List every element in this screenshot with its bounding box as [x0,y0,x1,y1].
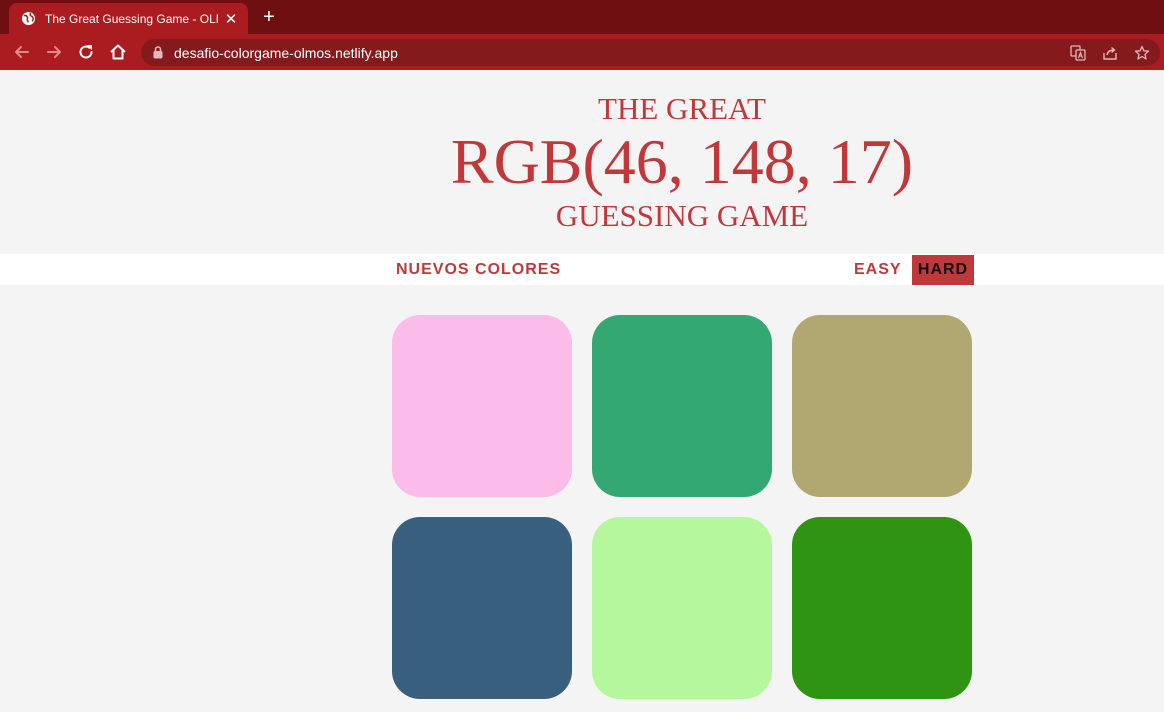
browser-toolbar: desafio-colorgame-olmos.netlify.app [0,34,1164,70]
lock-icon[interactable] [153,46,163,59]
target-rgb: RGB(46, 148, 17) [450,126,914,197]
page-content: THE GREAT RGB(46, 148, 17) GUESSING GAME… [0,70,1164,712]
forward-arrow-icon[interactable] [44,42,64,62]
address-bar[interactable]: desafio-colorgame-olmos.netlify.app [141,39,1160,66]
share-icon[interactable] [1102,45,1118,61]
close-icon[interactable]: ✕ [224,10,238,28]
easy-mode-button[interactable]: EASY [854,261,902,279]
color-square[interactable] [792,315,972,497]
hard-mode-button[interactable]: HARD [912,255,974,285]
control-bar: NUEVOS COLORES EASY HARD [0,254,1164,285]
tab-strip: The Great Guessing Game - OLMOS ✕ + [0,0,1164,34]
tab-title: The Great Guessing Game - OLMOS [45,11,218,26]
title-line-3: GUESSING GAME [555,198,809,233]
reload-icon[interactable] [76,42,96,62]
color-square[interactable] [792,517,972,699]
bookmark-star-icon[interactable] [1134,45,1150,61]
url-text: desafio-colorgame-olmos.netlify.app [174,45,398,61]
color-square[interactable] [592,517,772,699]
color-square[interactable] [392,517,572,699]
home-icon[interactable] [108,42,128,62]
browser-tab[interactable]: The Great Guessing Game - OLMOS ✕ [9,3,248,34]
globe-icon [21,11,36,26]
title-line-1: THE GREAT [598,91,766,126]
translate-icon[interactable] [1070,45,1086,61]
new-colors-button[interactable]: NUEVOS COLORES [396,261,561,279]
color-square[interactable] [392,315,572,497]
color-square[interactable] [592,315,772,497]
back-arrow-icon[interactable] [12,42,32,62]
new-tab-button[interactable]: + [259,6,279,28]
